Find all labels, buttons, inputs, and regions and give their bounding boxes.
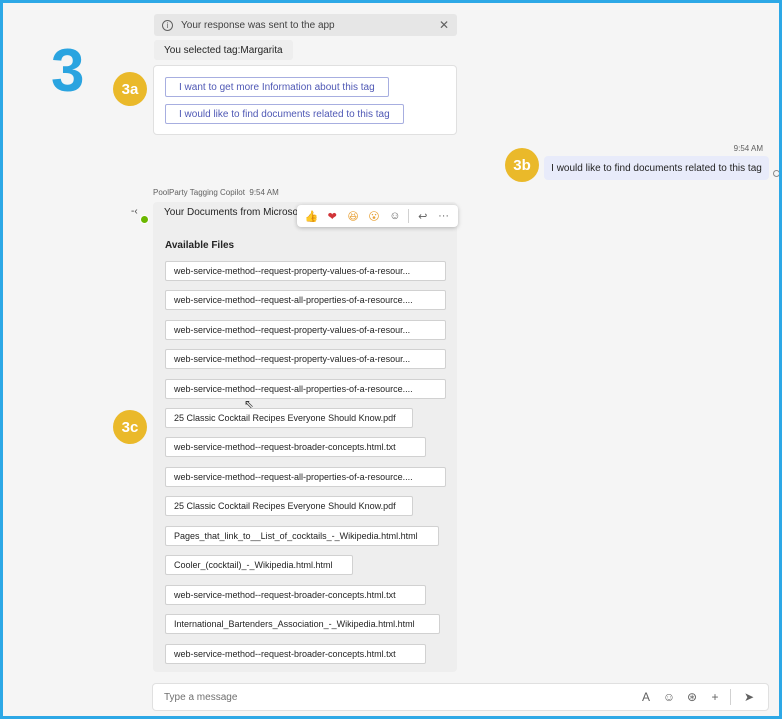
file-button[interactable]: web-service-method--request-all-properti…	[165, 467, 446, 487]
file-button[interactable]: web-service-method--request-broader-conc…	[165, 585, 426, 605]
badge-3c: 3c	[113, 410, 147, 444]
bot-intro-text: Your Documents from Microsoft	[164, 207, 304, 218]
user-message-bubble: I would like to find documents related t…	[544, 156, 769, 180]
presence-available-icon	[140, 215, 149, 224]
emoji-icon[interactable]: ☺	[659, 687, 679, 707]
message-composer: A ☺ ⊛ + ➤	[152, 683, 769, 711]
file-button[interactable]: web-service-method--request-property-val…	[165, 261, 446, 281]
response-sent-notice: i Your response was sent to the app ✕	[154, 14, 457, 36]
find-documents-button[interactable]: I would like to find documents related t…	[165, 104, 404, 124]
heart-icon[interactable]: ❤	[322, 206, 343, 226]
reaction-divider	[408, 209, 410, 223]
file-button[interactable]: web-service-method--request-all-properti…	[165, 379, 446, 399]
sticker-icon[interactable]: ⊛	[682, 687, 702, 707]
bot-message-header: PoolParty Tagging Copilot 9:54 AM	[153, 188, 279, 197]
like-icon[interactable]: 👍	[301, 206, 322, 226]
send-icon[interactable]: ➤	[739, 687, 759, 707]
message-input[interactable]	[162, 690, 633, 704]
attach-plus-icon[interactable]: +	[705, 687, 725, 707]
file-button[interactable]: Cooler_(cocktail)_-_Wikipedia.html.html	[165, 555, 353, 575]
file-button[interactable]: Pages_that_link_to__List_of_cocktails_-_…	[165, 526, 439, 546]
file-button[interactable]: web-service-method--request-property-val…	[165, 320, 446, 340]
reaction-bar: 👍 ❤ 😆 😮 ☺ ↩ ···	[297, 205, 458, 227]
composer-divider	[730, 689, 731, 705]
file-button[interactable]: web-service-method--request-broader-conc…	[165, 437, 426, 457]
badge-3b: 3b	[505, 148, 539, 182]
file-button[interactable]: 25 Classic Cocktail Recipes Everyone Sho…	[165, 496, 413, 516]
info-icon: i	[162, 19, 173, 31]
bot-sender-name: PoolParty Tagging Copilot	[153, 188, 245, 197]
more-info-button[interactable]: I want to get more Information about thi…	[165, 77, 389, 97]
bot-message-timestamp: 9:54 AM	[249, 188, 279, 197]
step-number: 3	[51, 37, 85, 104]
file-button[interactable]: web-service-method--request-property-val…	[165, 349, 446, 369]
format-icon[interactable]: A	[636, 687, 656, 707]
badge-3a: 3a	[113, 72, 147, 106]
laugh-icon[interactable]: 😆	[343, 206, 364, 226]
file-button[interactable]: International_Bartenders_Association_-_W…	[165, 614, 440, 634]
tag-action-card: I want to get more Information about thi…	[153, 65, 457, 135]
notice-text: Your response was sent to the app	[181, 19, 335, 31]
close-icon[interactable]: ✕	[439, 18, 449, 32]
surprised-icon[interactable]: 😮	[364, 206, 385, 226]
add-reaction-icon[interactable]: ☺	[384, 206, 405, 226]
file-button[interactable]: 25 Classic Cocktail Recipes Everyone Sho…	[165, 408, 413, 428]
screenshot-frame: 3 3a 3b 3c i Your response was sent to t…	[0, 0, 782, 719]
selected-tag-message: You selected tag:Margarita	[154, 40, 293, 60]
more-options-icon[interactable]: ···	[433, 206, 454, 226]
reply-icon[interactable]: ↩	[412, 206, 433, 226]
read-receipt-icon	[773, 170, 779, 177]
file-button[interactable]: web-service-method--request-broader-conc…	[165, 644, 426, 664]
file-button[interactable]: web-service-method--request-all-properti…	[165, 290, 446, 310]
bot-message-card: Your Documents from Microsoft Available …	[153, 202, 457, 672]
user-message-timestamp: 9:54 AM	[733, 144, 763, 153]
available-files-title: Available Files	[165, 240, 235, 251]
mouse-cursor-icon: ⇖	[244, 397, 255, 411]
